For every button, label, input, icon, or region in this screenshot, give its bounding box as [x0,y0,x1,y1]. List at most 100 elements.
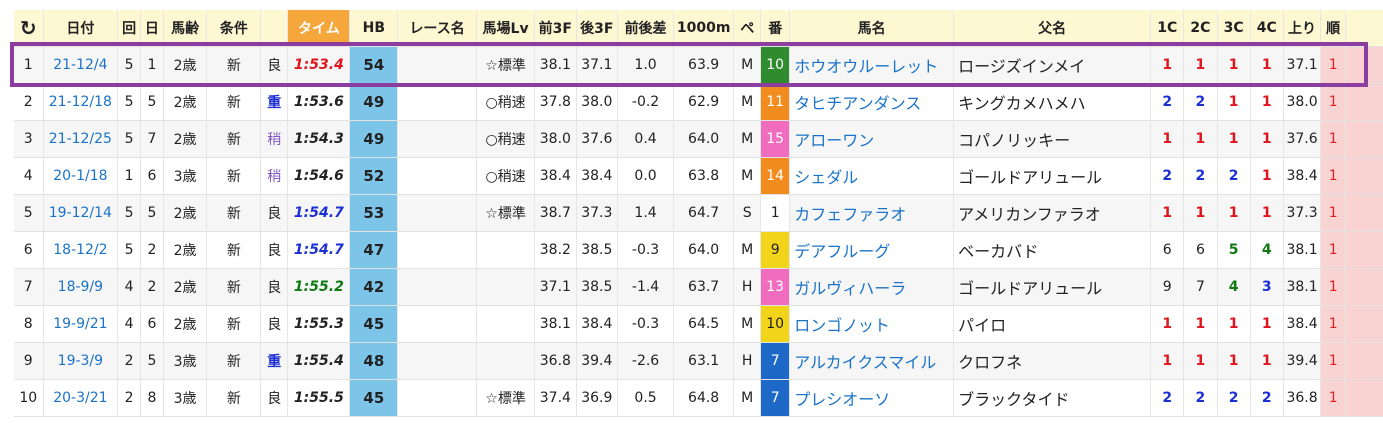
horse-name-cell[interactable]: ガルヴィハーラ [789,268,955,306]
race-date-cell[interactable]: 21-12/4 [43,46,119,84]
race-date-cell[interactable]: 21-12/18 [43,83,119,121]
horse-name-cell[interactable]: ロンゴノット [789,305,955,343]
kai-cell: 5 [117,83,142,121]
table-row[interactable]: 4 20-1/18 1 6 3歳新稍 1:54.6 52 ○稍速 38.4 38.4 0.0 63.8… [14,157,1383,195]
horse-name-cell[interactable]: シェダル [789,157,955,195]
table-row[interactable]: 10 20-3/21 2 8 3歳新良 1:55.5 45 ☆標準 37.4 36.9 0.5 64.… [14,379,1383,417]
horse-name-cell[interactable]: タヒチアンダンス [789,83,955,121]
col-pace[interactable]: ペ [733,10,762,47]
col-agari[interactable]: 上り [1283,10,1322,47]
rank-cell: 1 [1320,305,1347,343]
race-date-cell[interactable]: 19-9/21 [43,305,119,343]
corner2-cell: 2 [1183,83,1218,121]
col-diff[interactable]: 前後差 [617,10,675,47]
corner4-cell: 2 [1250,379,1284,417]
col-day[interactable]: 日 [140,10,164,47]
race-date-cell[interactable]: 19-12/14 [43,194,119,232]
race-date-link[interactable]: 21-12/4 [53,57,107,73]
horse-name-link[interactable]: ロンゴノット [794,316,890,335]
col-l3[interactable]: 後3F [576,10,619,47]
race-date-cell[interactable]: 20-3/21 [43,379,119,417]
cond-cell: 新 [206,120,262,158]
table-row[interactable]: 9 19-3/9 2 5 3歳新重 1:55.4 48 36.8 39.4 -2.6 63.1 H 7 ア… [14,342,1383,380]
col-kai[interactable]: 回 [117,10,142,47]
col-age[interactable]: 馬齢 [163,10,208,47]
col-1000m[interactable]: 1000m [673,10,735,47]
race-date-link[interactable]: 18-9/9 [58,279,103,295]
1000m-cell: 63.9 [673,46,735,84]
hb-cell: 47 [349,231,399,269]
horse-name-link[interactable]: ガルヴィハーラ [794,279,906,298]
table-row[interactable]: 2 21-12/18 5 5 2歳新重 1:53.6 49 ○稍速 37.8 38.0 -0.2 62… [14,83,1383,121]
race-name-cell [397,46,478,84]
col-track-lv[interactable]: 馬場Lv [476,10,536,47]
horse-name-link[interactable]: アローワン [794,131,874,150]
col-time[interactable]: タイム [287,10,351,47]
table-row[interactable]: 1 21-12/4 5 1 2歳新良 1:53.4 54 ☆標準 38.1 37.1 1.0 63.9… [14,46,1383,84]
race-date-cell[interactable]: 18-9/9 [43,268,119,306]
race-date-link[interactable]: 21-12/18 [49,94,112,110]
col-sire[interactable]: 父名 [953,10,1152,47]
col-hb[interactable]: HB [349,10,399,47]
corner2-cell: 1 [1183,194,1218,232]
cond-cell: 新 [206,268,262,306]
col-cond[interactable]: 条件 [206,10,262,47]
col-rank[interactable]: 順 [1320,10,1347,47]
horse-name-cell[interactable]: アローワン [789,120,955,158]
kai-cell: 5 [117,120,142,158]
col-horse[interactable]: 馬名 [789,10,955,47]
horse-name-cell[interactable]: デアフルーグ [789,231,955,269]
col-2c[interactable]: 2C [1183,10,1218,47]
col-num[interactable]: 番 [760,10,791,47]
track-lv-cell: ○稍速 [476,83,536,121]
col-1c[interactable]: 1C [1150,10,1185,47]
table-row[interactable]: 6 18-12/2 5 2 2歳新良 1:54.7 47 38.2 38.5 -0.3 64.0 M 9… [14,231,1383,269]
race-date-link[interactable]: 21-12/25 [49,131,112,147]
extra-cell [1345,379,1383,417]
race-date-link[interactable]: 20-1/18 [53,168,107,184]
col-3c[interactable]: 3C [1217,10,1251,47]
age-cell: 2歳 [163,83,208,121]
horse-name-link[interactable]: プレシオーソ [794,390,890,409]
horse-number-badge: 1 [760,194,791,232]
corner4-cell: 1 [1250,120,1284,158]
race-date-cell[interactable]: 19-3/9 [43,342,119,380]
race-date-link[interactable]: 19-9/21 [53,316,107,332]
kai-cell: 2 [117,379,142,417]
race-date-cell[interactable]: 18-12/2 [43,231,119,269]
refresh-icon[interactable]: ↻ [14,10,44,47]
horse-name-link[interactable]: カフェファラオ [794,205,906,224]
horse-name-cell[interactable]: ホウオウルーレット [789,46,955,84]
col-date[interactable]: 日付 [43,10,119,47]
track-lv-cell: ☆標準 [476,379,536,417]
table-row[interactable]: 5 19-12/14 5 5 2歳新良 1:54.7 53 ☆標準 38.7 37.3 1.4 64.… [14,194,1383,232]
col-4c[interactable]: 4C [1250,10,1284,47]
col-race-name[interactable]: レース名 [397,10,478,47]
day-cell: 6 [140,157,164,195]
time-cell: 1:54.6 [287,157,351,195]
race-date-cell[interactable]: 21-12/25 [43,120,119,158]
diff-cell: -0.2 [617,83,675,121]
table-row[interactable]: 8 19-9/21 4 6 2歳新良 1:55.3 45 38.1 38.4 -0.3 64.5 M 1… [14,305,1383,343]
race-date-cell[interactable]: 20-1/18 [43,157,119,195]
horse-name-cell[interactable]: プレシオーソ [789,379,955,417]
horse-name-link[interactable]: シェダル [794,168,858,187]
1000m-cell: 63.1 [673,342,735,380]
horse-name-link[interactable]: デアフルーグ [794,242,890,261]
col-f3[interactable]: 前3F [534,10,577,47]
race-date-link[interactable]: 20-3/21 [53,390,107,406]
track-lv-cell [476,342,536,380]
horse-name-cell[interactable]: アルカイクスマイル [789,342,955,380]
horse-name-link[interactable]: アルカイクスマイル [794,353,936,372]
horse-name-cell[interactable]: カフェファラオ [789,194,955,232]
cond-cell: 新 [206,46,262,84]
track-lv-cell [476,305,536,343]
horse-name-link[interactable]: タヒチアンダンス [794,94,921,113]
race-date-link[interactable]: 19-12/14 [49,205,112,221]
horse-name-link[interactable]: ホウオウルーレット [794,57,938,76]
extra-cell [1345,157,1383,195]
table-row[interactable]: 7 18-9/9 4 2 2歳新良 1:55.2 42 37.1 38.5 -1.4 63.7 H 13… [14,268,1383,306]
table-row[interactable]: 3 21-12/25 5 7 2歳新稍 1:54.3 49 ○稍速 38.0 37.6 0.4 64.… [14,120,1383,158]
race-date-link[interactable]: 19-3/9 [58,353,103,369]
race-date-link[interactable]: 18-12/2 [53,242,107,258]
